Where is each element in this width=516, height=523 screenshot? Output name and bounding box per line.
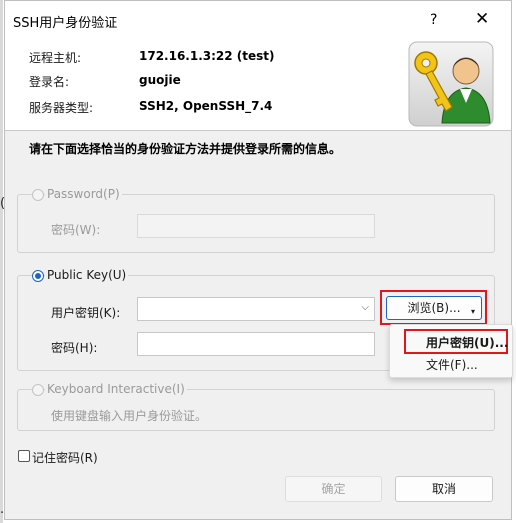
login-name-value: guojie [139, 73, 181, 87]
ssh-auth-dialog: SSH用户身份验证 ? ✕ 远程主机: 172.16.1.3:22 (test)… [4, 0, 513, 520]
passphrase-label: 密码(H): [51, 341, 98, 355]
login-name-label: 登录名: [29, 75, 70, 89]
menu-item-user-key[interactable]: 用户密钥(U)... [426, 334, 508, 351]
public-key-radio[interactable] [32, 270, 44, 282]
background-window-edge [0, 0, 3, 523]
server-type-label: 服务器类型: [29, 101, 94, 115]
passphrase-field[interactable] [137, 332, 375, 356]
password-field-label: 密码(W): [51, 223, 101, 237]
dropdown-arrow-icon: ▾ [470, 307, 475, 316]
user-key-combobox[interactable]: ⌵ [137, 297, 375, 321]
cancel-button[interactable]: 取消 [395, 476, 493, 502]
window-title: SSH用户身份验证 [13, 16, 118, 31]
user-key-label: 用户密钥(K): [51, 306, 121, 320]
keyboard-interactive-radio[interactable] [32, 384, 44, 396]
close-button[interactable]: ✕ [475, 9, 489, 29]
browse-button-label: 浏览(B)... [407, 301, 461, 315]
remember-password-label: 记住密码(R) [32, 451, 98, 465]
server-type-value: SSH2, OpenSSH_7.4 [139, 99, 273, 113]
keyboard-interactive-description: 使用键盘输入用户身份验证。 [51, 409, 208, 423]
remember-password-checkbox[interactable] [18, 450, 30, 462]
keyboard-interactive-radio-label: Keyboard Interactive(I) [45, 382, 187, 396]
ok-button[interactable]: 确定 [285, 476, 382, 502]
key-user-icon [408, 41, 494, 127]
remote-host-value: 172.16.1.3:22 (test) [139, 49, 275, 63]
title-bar: SSH用户身份验证 ? ✕ [5, 1, 511, 39]
password-field[interactable] [137, 214, 375, 238]
public-key-radio-label: Public Key(U) [45, 268, 129, 282]
help-button[interactable]: ? [430, 12, 437, 28]
browse-button[interactable]: 浏览(B)... ▾ [386, 296, 482, 320]
browse-dropdown-menu: 用户密钥(U)... 文件(F)... [389, 324, 513, 378]
password-radio-label: Password(P) [45, 187, 122, 201]
menu-item-file[interactable]: 文件(F)... [426, 356, 478, 373]
remote-host-label: 远程主机: [29, 51, 82, 65]
instruction-text: 请在下面选择恰当的身份验证方法并提供登录所需的信息。 [29, 142, 342, 156]
password-radio[interactable] [32, 189, 44, 201]
chevron-down-icon[interactable]: ⌵ [361, 302, 369, 313]
